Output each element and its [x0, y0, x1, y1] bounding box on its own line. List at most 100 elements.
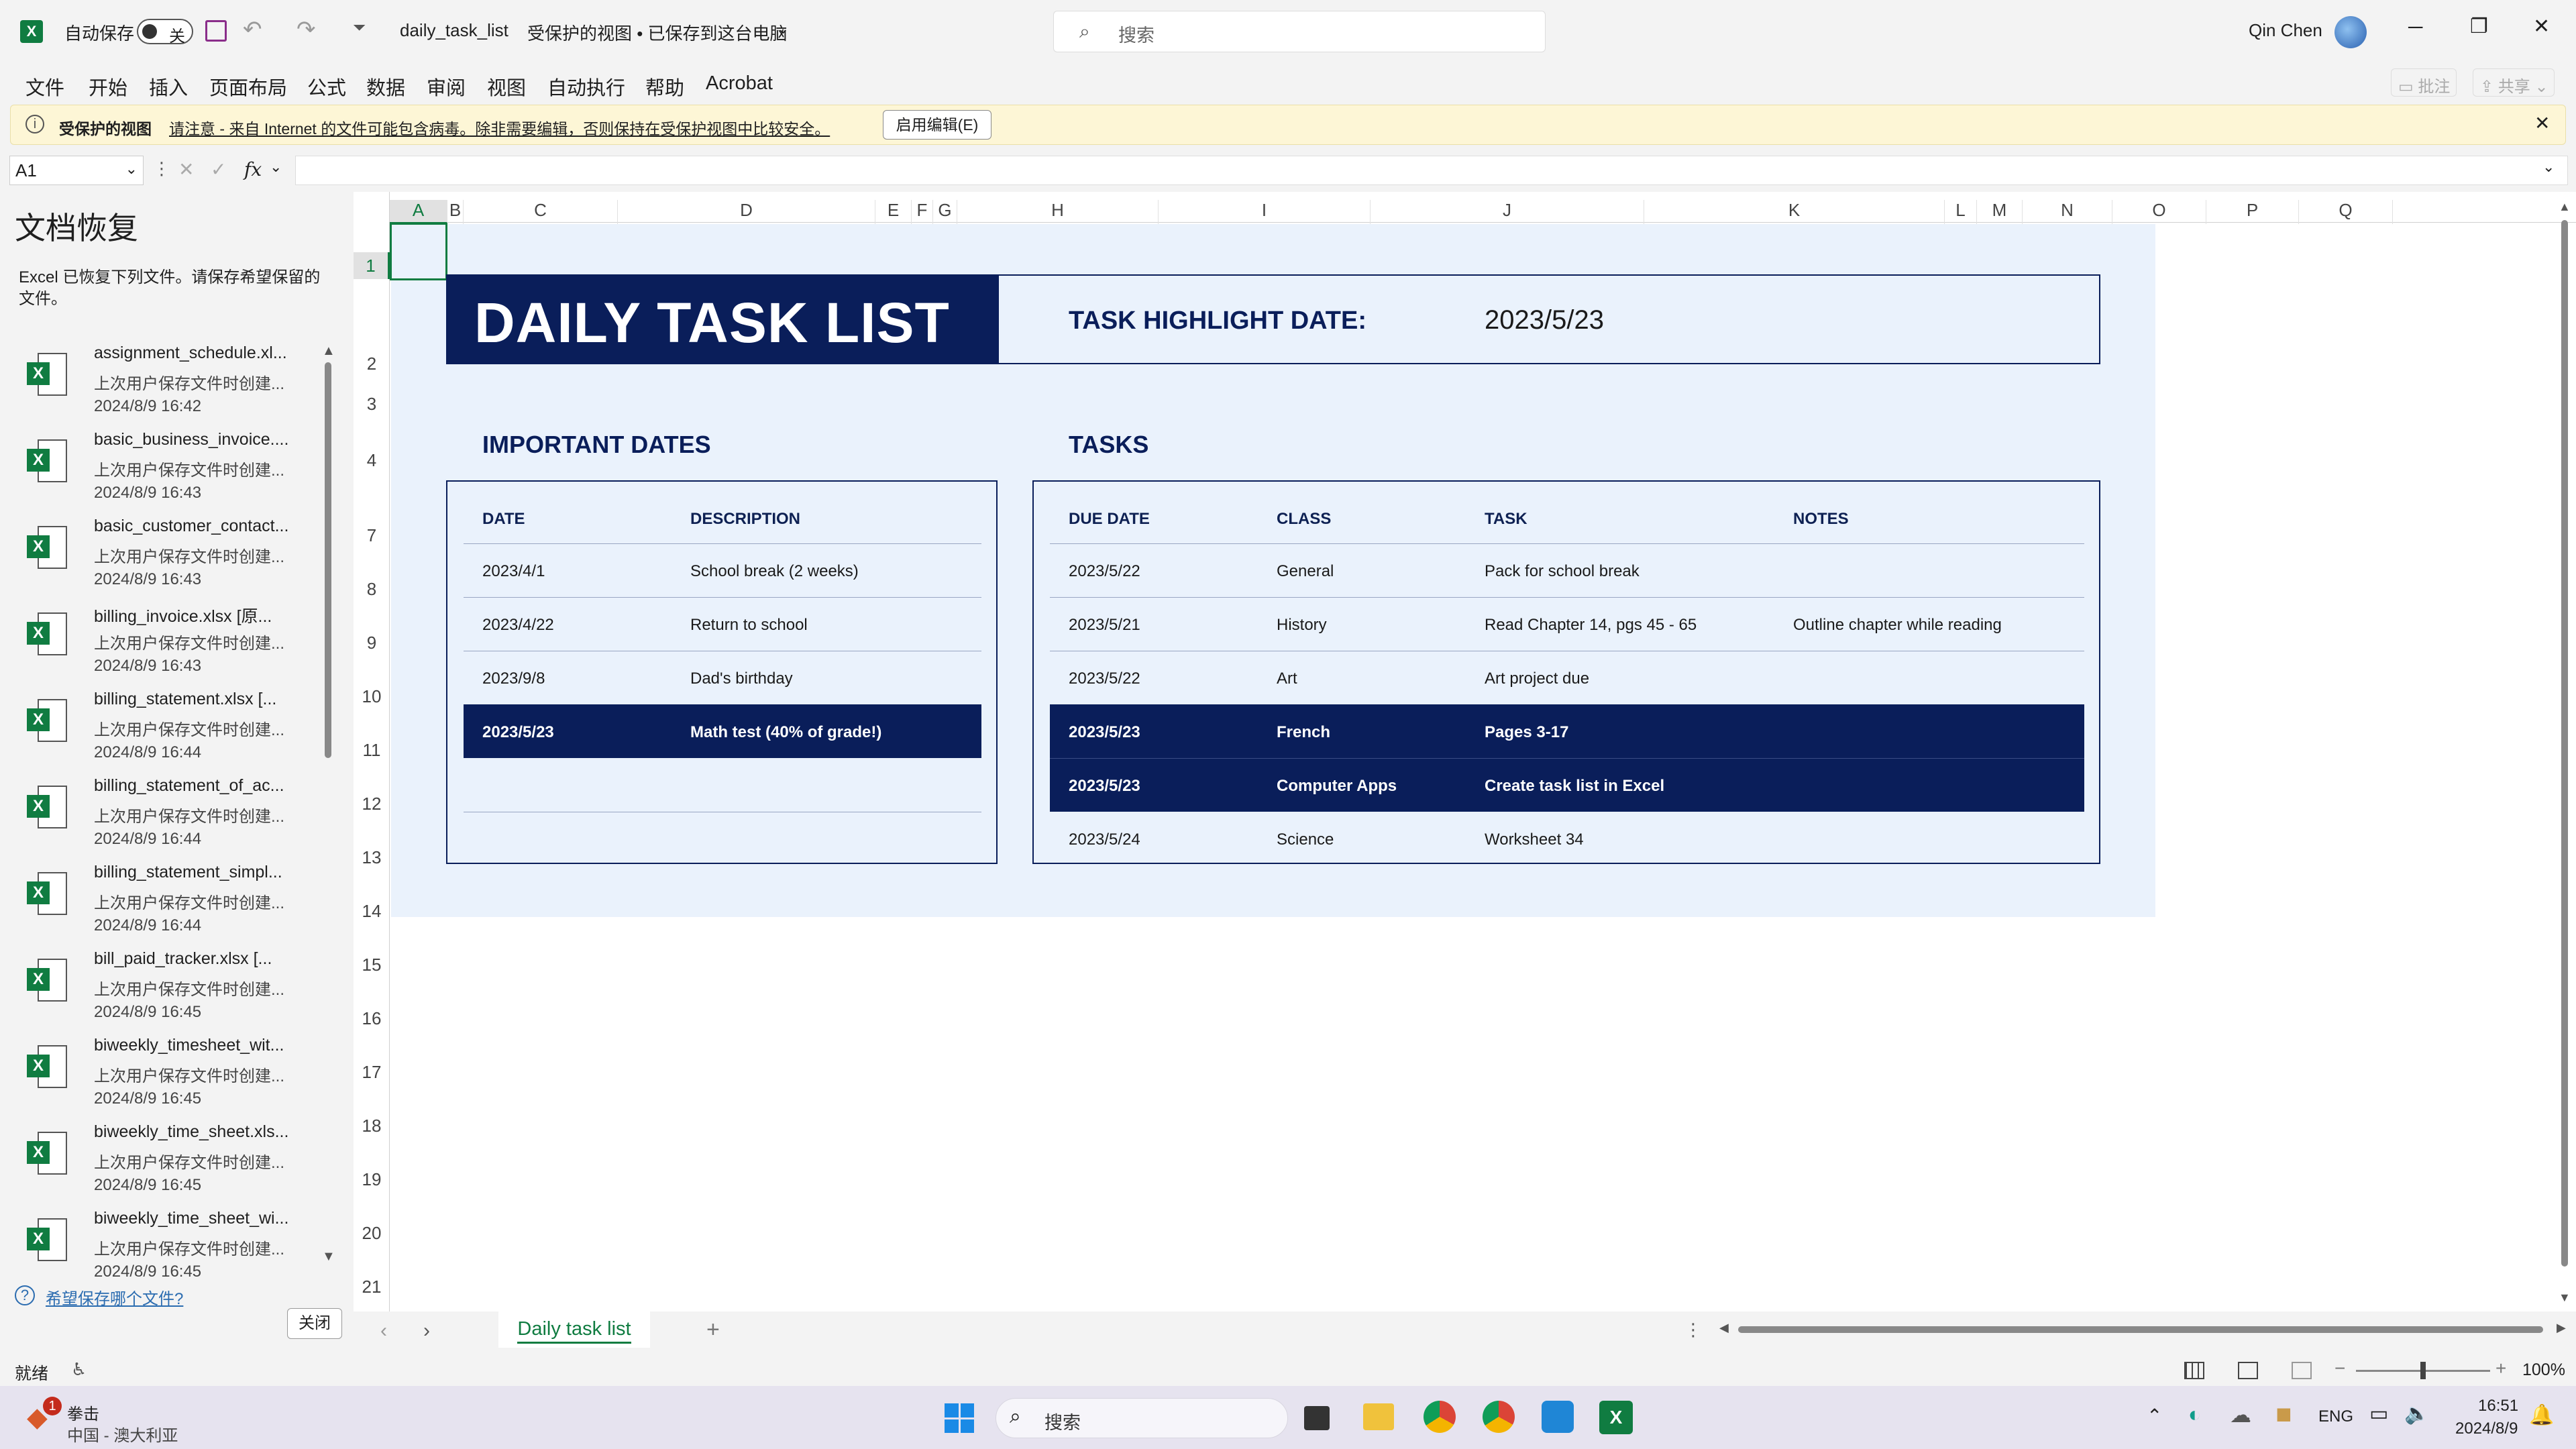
cancel-icon[interactable]: ✕ [178, 158, 194, 180]
recovered-file-item[interactable]: Xbiweekly_time_sheet_wi... 上次用户保存文件时创建...… [20, 1209, 329, 1295]
file-explorer-icon[interactable] [1363, 1403, 1394, 1430]
column-header-f[interactable]: F [912, 200, 933, 224]
row-header-14[interactable]: 14 [354, 898, 390, 924]
customize-toolbar-icon[interactable]: ⏷ [353, 19, 366, 38]
sheet-tab-active[interactable]: Daily task list [498, 1311, 650, 1348]
zoom-level[interactable]: 100% [2522, 1360, 2565, 1380]
column-header-j[interactable]: J [1371, 200, 1644, 224]
normal-view-icon[interactable] [2184, 1362, 2204, 1379]
tab-file[interactable]: 文件 [25, 72, 64, 101]
column-header-m[interactable]: M [1977, 200, 2023, 224]
clock-time[interactable]: 16:51 [2478, 1397, 2518, 1415]
row-header-18[interactable]: 18 [354, 1112, 390, 1139]
tab-view[interactable]: 视图 [487, 72, 526, 101]
chrome-icon[interactable] [1424, 1401, 1456, 1433]
windows-start-icon[interactable] [945, 1403, 974, 1433]
share-button[interactable]: ⇪ 共享 ⌄ [2473, 68, 2555, 97]
tab-home[interactable]: 开始 [89, 72, 127, 101]
vertical-scrollbar[interactable]: ▲ ▼ [2556, 200, 2573, 1307]
formula-input[interactable] [295, 156, 2568, 185]
redo-icon[interactable]: ↷ [297, 16, 316, 43]
column-header-l[interactable]: L [1945, 200, 1977, 224]
scroll-up-icon[interactable]: ▲ [322, 343, 335, 359]
accessibility-icon[interactable]: ♿ [71, 1359, 87, 1380]
row-header-7[interactable]: 7 [354, 522, 390, 549]
user-name[interactable]: Qin Chen [2249, 20, 2322, 41]
table-row[interactable]: 2023/5/22 Art Art project due [1050, 651, 2084, 704]
row-header-10[interactable]: 10 [354, 683, 390, 710]
taskbar-search[interactable]: ⌕ 搜索 [996, 1398, 1288, 1438]
column-header-i[interactable]: I [1159, 200, 1371, 224]
page-layout-view-icon[interactable] [2238, 1362, 2258, 1379]
app-tray-icon[interactable]: ◼ [2275, 1402, 2292, 1426]
chevron-down-icon[interactable]: ⌄ [270, 158, 282, 176]
tab-insert[interactable]: 插入 [149, 72, 188, 101]
recovered-file-item[interactable]: Xbilling_invoice.xlsx [原... 上次用户保存文件时创建..… [20, 603, 329, 689]
row-header-3[interactable]: 3 [354, 390, 390, 417]
row-header-15[interactable]: 15 [354, 951, 390, 978]
column-header-a[interactable]: A [390, 200, 447, 224]
column-header-e[interactable]: E [875, 200, 912, 224]
recovered-file-item[interactable]: Xbasic_customer_contact... 上次用户保存文件时创建...… [20, 517, 329, 602]
excel-taskbar-icon[interactable]: X [1599, 1401, 1633, 1434]
tab-acrobat[interactable]: Acrobat [706, 72, 773, 95]
selected-cell-a1[interactable] [390, 223, 447, 280]
row-header-8[interactable]: 8 [354, 576, 390, 602]
column-header-o[interactable]: O [2112, 200, 2206, 224]
avatar[interactable] [2334, 16, 2367, 48]
chrome-profile-icon[interactable] [1483, 1401, 1515, 1433]
column-header-h[interactable]: H [957, 200, 1159, 224]
row-header-20[interactable]: 20 [354, 1220, 390, 1246]
recovered-file-item[interactable]: Xbilling_statement_of_ac... 上次用户保存文件时创建..… [20, 776, 329, 862]
expand-formula-icon[interactable]: ⌄ [2542, 158, 2555, 176]
worksheet-grid[interactable]: ABCDEFGHIJKLMNOPQ 1 2 3 4 7 8 9 10 11 12 13 14 15 16 1… [354, 192, 2576, 1315]
scrollbar-track[interactable]: ▲ ▼ [322, 343, 335, 1269]
table-row-highlighted[interactable]: 2023/5/23 French Pages 3-17 [1050, 704, 2084, 758]
column-header-k[interactable]: K [1644, 200, 1945, 224]
scroll-left-icon[interactable]: ◀ [1719, 1321, 1729, 1335]
display-icon[interactable]: ▭ [2369, 1402, 2388, 1426]
next-sheet-icon[interactable]: › [423, 1320, 430, 1342]
recovered-file-item[interactable]: Xbilling_statement_simpl... 上次用户保存文件时创建..… [20, 863, 329, 949]
tab-page-layout[interactable]: 页面布局 [209, 72, 287, 101]
doc-status[interactable]: 受保护的视图 • 已保存到这台电脑 [527, 20, 788, 45]
scrollbar-thumb[interactable] [2561, 220, 2568, 1267]
zoom-slider-thumb[interactable] [2420, 1362, 2426, 1379]
row-header-19[interactable]: 19 [354, 1166, 390, 1193]
recovered-file-item[interactable]: Xbiweekly_time_sheet.xls... 上次用户保存文件时创建..… [20, 1122, 329, 1208]
column-header-g[interactable]: G [933, 200, 957, 224]
insert-function-icon[interactable]: fx [244, 158, 262, 180]
scrollbar-thumb[interactable] [1738, 1326, 2543, 1333]
recovered-file-item[interactable]: Xassignment_schedule.xl... 上次用户保存文件时创建...… [20, 343, 329, 429]
onedrive-icon[interactable]: ☁ [2230, 1402, 2251, 1428]
vscode-icon[interactable] [1542, 1401, 1574, 1433]
table-row-highlighted[interactable]: 2023/5/23 Computer Apps Create task list… [1050, 759, 2084, 812]
undo-icon[interactable]: ↶ [243, 16, 262, 43]
task-view-icon[interactable] [1304, 1406, 1330, 1430]
restore-icon[interactable]: ❐ [2470, 15, 2488, 38]
close-icon[interactable]: ✕ [2534, 112, 2550, 134]
chevron-down-icon[interactable]: ⌄ [777, 20, 789, 38]
language-indicator[interactable]: ENG [2318, 1407, 2353, 1426]
zoom-out-icon[interactable]: − [2334, 1358, 2345, 1379]
column-header-b[interactable]: B [447, 200, 464, 224]
volume-icon[interactable]: 🔈 [2404, 1402, 2429, 1426]
scrollbar-thumb[interactable] [325, 362, 331, 758]
row-header-12[interactable]: 12 [354, 790, 390, 817]
scroll-right-icon[interactable]: ▶ [2557, 1321, 2566, 1335]
edge-icon[interactable]: ◐ [2188, 1402, 2201, 1427]
tab-review[interactable]: 审阅 [427, 72, 466, 101]
table-row-highlighted[interactable]: 2023/5/23 Math test (40% of grade!) [464, 704, 981, 758]
column-header-c[interactable]: C [464, 200, 618, 224]
column-header-q[interactable]: Q [2299, 200, 2393, 224]
horizontal-scrollbar[interactable]: ◀ ▶ [1719, 1321, 2571, 1338]
recovered-file-item[interactable]: Xbiweekly_timesheet_wit... 上次用户保存文件时创建...… [20, 1036, 329, 1122]
highlight-date[interactable]: 2023/5/23 [1485, 305, 1604, 335]
comments-button[interactable]: ▭ 批注 [2391, 68, 2457, 97]
autosave-toggle[interactable]: 关 [137, 19, 193, 46]
row-header-16[interactable]: 16 [354, 1005, 390, 1032]
row-header-1[interactable]: 1 [354, 252, 390, 279]
row-header-4[interactable]: 4 [354, 447, 390, 474]
notifications-icon[interactable]: 🔔 [2529, 1403, 2554, 1427]
row-header-2[interactable]: 2 [354, 350, 390, 377]
